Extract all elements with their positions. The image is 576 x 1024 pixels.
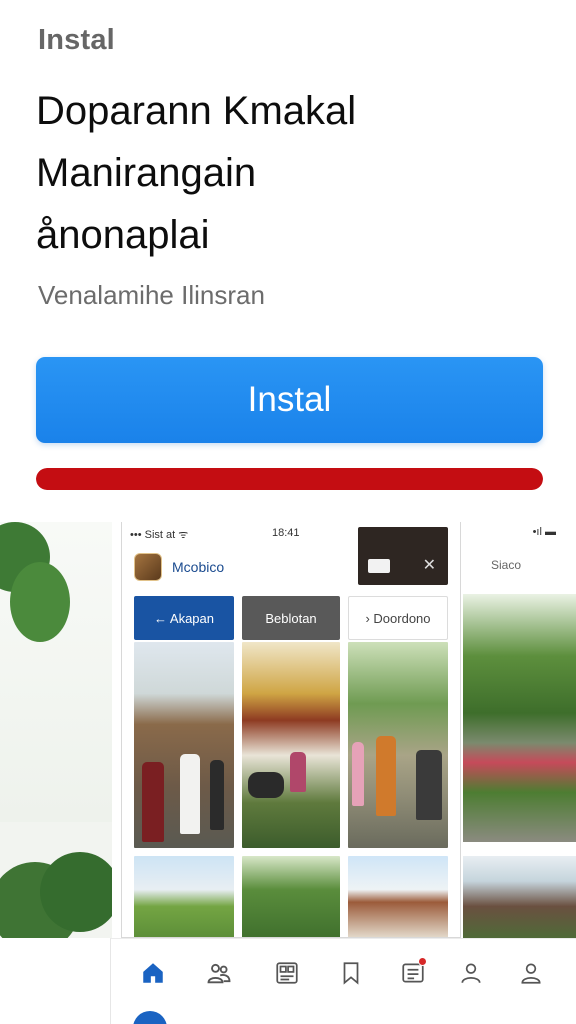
motorbike [248,772,284,798]
screenshot-gallery[interactable]: ••• Sist at ᯤ 18:41 Mcobico ✕ ← Akapan B… [0,522,576,1024]
person-figure [180,754,200,834]
person-icon [461,963,481,984]
status-bar-right: •ıl ▬ [532,526,556,538]
app-header-row: Mcobico [134,550,224,584]
person-figure [352,742,364,806]
photo-tile[interactable] [242,642,340,848]
install-button[interactable]: Instal [36,357,543,443]
photo-tile[interactable] [134,856,234,937]
tree-foliage [40,852,112,932]
bottom-nav [110,938,576,1024]
app-icon [134,553,162,581]
photo-tile[interactable] [348,642,448,848]
avatar[interactable] [133,1011,167,1024]
nav-people[interactable] [199,953,239,993]
nav-list[interactable] [393,953,433,993]
house-photo[interactable] [463,856,576,938]
subtitle: Venalamihe Ilinsran [38,280,265,310]
preview-thumbnail[interactable]: ✕ [358,527,448,585]
status-time: 18:41 [272,527,300,539]
install-progress-fill [36,468,543,490]
person-figure [290,752,306,792]
phone-screenshot-main: ••• Sist at ᯤ 18:41 Mcobico ✕ ← Akapan B… [121,522,461,938]
phone-screenshot-right: •ıl ▬ Siaco [463,522,576,938]
app-name: Mcobico [172,559,225,575]
screen-label: Siaco [491,558,522,572]
tab-right[interactable]: › Doordono [348,596,448,640]
headline-line-2: Manirangain [36,151,257,195]
nav-person[interactable] [451,953,491,993]
bookmark-icon [343,962,359,985]
person-figure [142,762,164,842]
scenery-screenshot-left [0,522,112,938]
photo-tile[interactable] [242,856,340,937]
garden-photo[interactable] [463,594,576,842]
person-figure [210,760,224,830]
profile-icon [521,963,541,984]
nav-home[interactable] [133,953,173,993]
thumbnail-card [368,559,390,573]
home-icon [143,963,163,983]
motorbike [416,750,442,820]
people-icon [207,963,231,984]
notification-badge [418,957,427,966]
photo-tile[interactable] [134,642,234,848]
install-progress-bar [36,468,543,490]
nav-grid[interactable] [267,953,307,993]
brand-title: Instal [38,24,115,56]
headline-line-1: Doparann Kmakal [36,89,357,133]
tab-middle[interactable]: Beblotan [242,596,340,640]
tree-foliage [10,562,70,642]
grid-icon [276,962,298,984]
headline-line-3: ånonaplai [36,213,210,257]
headline: Doparann Kmakal Manirangain ånonaplai [36,80,536,266]
photo-tile[interactable] [348,856,448,937]
close-icon: ✕ [422,557,436,574]
nav-bookmark[interactable] [331,953,371,993]
person-figure [376,736,396,816]
tab-back[interactable]: ← Akapan [134,596,234,640]
status-signal: ••• Sist at ᯤ [130,529,189,541]
app-listing-header: Instal Doparann Kmakal Manirangain ånona… [0,0,576,522]
nav-profile[interactable] [511,953,551,993]
